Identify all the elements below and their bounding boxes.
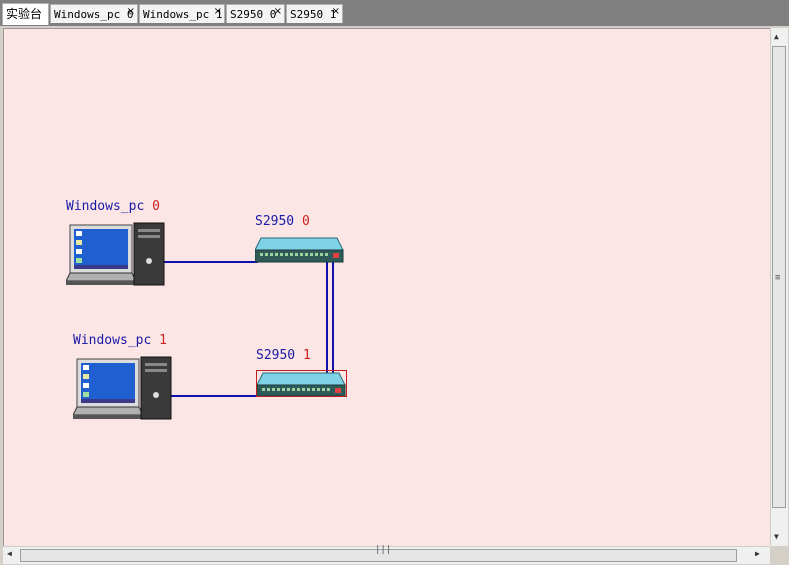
tab-lab-bench[interactable]: 实验台 xyxy=(2,3,49,25)
close-icon[interactable]: × xyxy=(274,5,282,21)
device-index: 0 xyxy=(152,199,160,214)
scroll-right-icon[interactable]: ▶ xyxy=(755,549,760,558)
grip-icon: ≡ xyxy=(775,273,781,283)
grip-icon: ||| xyxy=(375,545,392,555)
device-index: 1 xyxy=(302,348,311,363)
device-label-pc1: Windows_pc 1 xyxy=(73,333,167,348)
computer-icon xyxy=(73,356,172,420)
device-name: S2950 xyxy=(255,214,295,229)
switch-s2950-1[interactable] xyxy=(256,370,348,398)
tab-windows-pc-1[interactable]: Windows_pc 1 × xyxy=(139,4,225,23)
computer-icon xyxy=(66,222,165,286)
windows-pc-0[interactable] xyxy=(66,221,166,289)
tab-label: Windows_pc 0 xyxy=(54,8,134,21)
device-name: S2950 xyxy=(256,348,296,363)
device-label-pc0: Windows_pc 0 xyxy=(66,199,160,214)
close-icon[interactable]: × xyxy=(214,5,222,21)
device-index: 1 xyxy=(159,333,167,348)
close-icon[interactable]: × xyxy=(127,5,135,21)
topology-canvas[interactable]: Windows_pc 0 Windows_pc 1 S2950 0 S2950 … xyxy=(3,28,771,547)
scroll-down-icon[interactable]: ▼ xyxy=(774,532,779,541)
device-index: 0 xyxy=(301,214,310,229)
device-label-sw0: S2950 0 xyxy=(255,214,310,229)
scroll-up-icon[interactable]: ▲ xyxy=(774,32,779,41)
close-icon[interactable]: × xyxy=(332,5,340,21)
tab-label: S2950 1 xyxy=(290,8,337,21)
vertical-scrollbar[interactable]: ▲ ≡ ▼ xyxy=(770,28,788,546)
device-label-sw1: S2950 1 xyxy=(256,348,311,363)
workspace: Windows_pc 0 Windows_pc 1 S2950 0 S2950 … xyxy=(0,26,789,565)
tab-label: Windows_pc 1 xyxy=(143,8,223,21)
tab-s2950-0[interactable]: S2950 0 × xyxy=(226,4,285,23)
tab-bar: 实验台 Windows_pc 0 × Windows_pc 1 × S2950 … xyxy=(0,0,789,26)
tab-s2950-1[interactable]: S2950 1 × xyxy=(286,4,343,23)
device-name: Windows_pc xyxy=(66,199,145,214)
tab-windows-pc-0[interactable]: Windows_pc 0 × xyxy=(50,4,138,23)
device-name: Windows_pc xyxy=(73,333,152,348)
switch-icon xyxy=(255,237,344,263)
tab-label: S2950 0 xyxy=(230,8,277,21)
switch-icon xyxy=(256,370,347,397)
switch-s2950-0[interactable] xyxy=(255,236,345,264)
scroll-left-icon[interactable]: ◀ xyxy=(7,549,12,558)
tab-label: 实验台 xyxy=(6,7,43,21)
windows-pc-1[interactable] xyxy=(73,355,173,423)
horizontal-scrollbar[interactable]: ◀ ||| ▶ xyxy=(3,545,770,564)
